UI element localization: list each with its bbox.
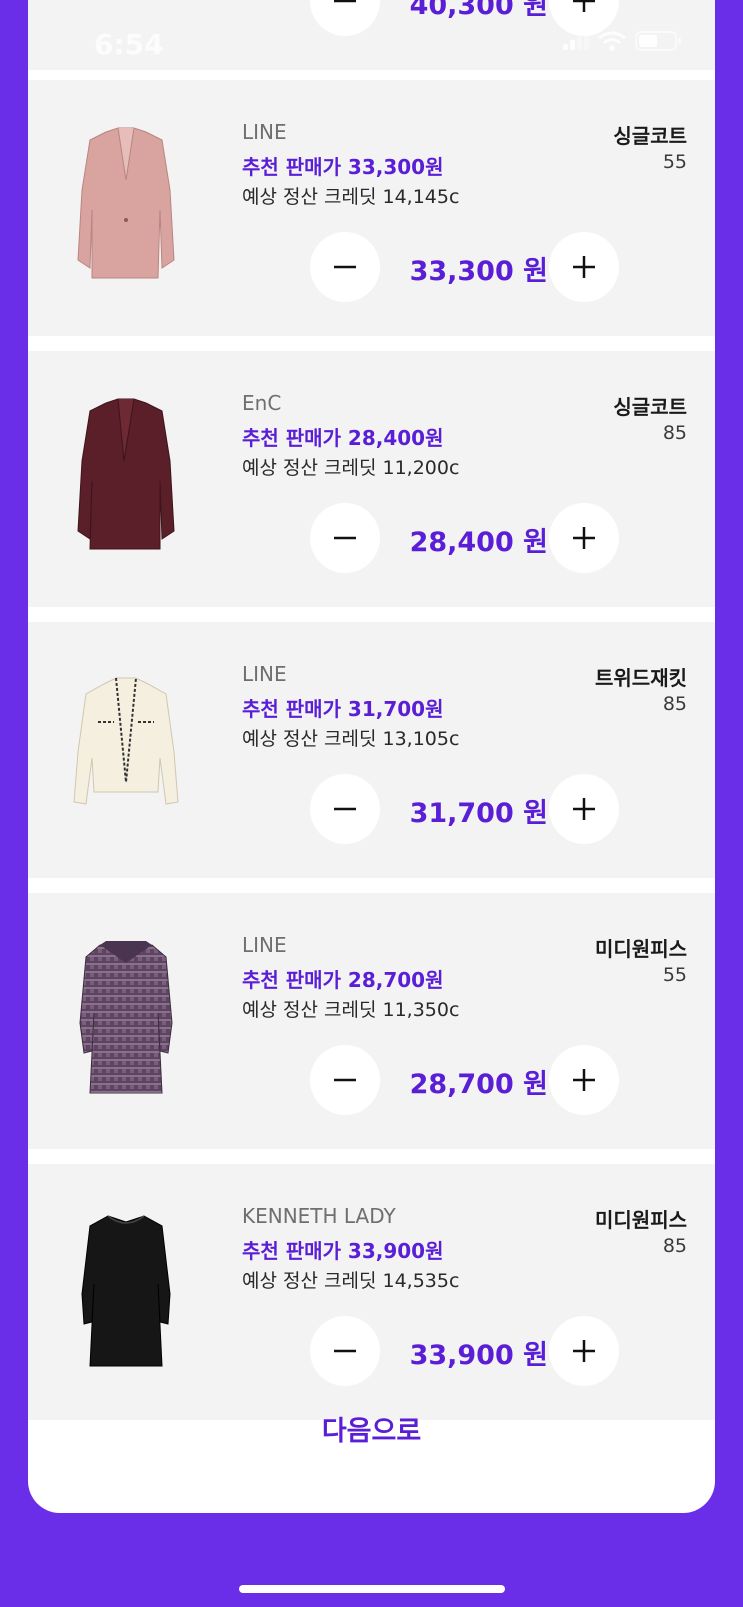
product-card: LINE 미디원피스 55 추천 판매가 28,700원 예상 정산 크레딧 1… xyxy=(28,893,715,1149)
minus-icon xyxy=(334,1349,356,1353)
product-card: KENNETH LADY 미디원피스 85 추천 판매가 33,900원 예상 … xyxy=(28,1164,715,1420)
product-card: LINE 트위드재킷 85 추천 판매가 31,700원 예상 정산 크레딧 1… xyxy=(28,622,715,878)
recommended-price: 추천 판매가 33,300원 xyxy=(242,155,444,179)
category-label: 트위드재킷 xyxy=(595,666,687,690)
minus-icon xyxy=(334,536,356,540)
price-value: 31,700 원 xyxy=(409,798,548,829)
size-label: 55 xyxy=(662,151,687,173)
plus-icon xyxy=(573,1340,595,1362)
cellular-signal-icon xyxy=(563,32,589,50)
category-label: 싱글코트 xyxy=(613,395,687,419)
battery-icon xyxy=(635,31,681,51)
burgundy-coat-image xyxy=(77,398,175,550)
home-indicator xyxy=(239,1585,505,1593)
increase-price-button[interactable] xyxy=(549,232,619,302)
expected-credit: 예상 정산 크레딧 14,535c xyxy=(242,1270,460,1292)
plus-icon xyxy=(573,527,595,549)
black-dress-image xyxy=(81,1215,171,1367)
product-card: LINE 싱글코트 55 추천 판매가 33,300원 예상 정산 크레딧 14… xyxy=(28,80,715,336)
next-button[interactable]: 다음으로 xyxy=(28,1398,715,1458)
increase-price-button[interactable] xyxy=(549,1316,619,1386)
product-card: EnC 싱글코트 85 추천 판매가 28,400원 예상 정산 크레딧 11,… xyxy=(28,351,715,607)
price-value: 28,700 원 xyxy=(409,1069,548,1100)
category-label: 싱글코트 xyxy=(613,124,687,148)
price-value: 33,900 원 xyxy=(409,1340,548,1371)
minus-icon xyxy=(334,807,356,811)
decrease-price-button[interactable] xyxy=(310,503,380,573)
increase-price-button[interactable] xyxy=(549,774,619,844)
expected-credit: 예상 정산 크레딧 11,350c xyxy=(242,999,460,1021)
price-value: 28,400 원 xyxy=(409,527,548,558)
decrease-price-button[interactable] xyxy=(310,1045,380,1115)
product-list-sheet: 40,300 원 LINE 싱글코트 55 추천 판매가 33,300원 예상 … xyxy=(28,0,715,1513)
size-label: 85 xyxy=(662,693,687,715)
increase-price-button[interactable] xyxy=(549,1045,619,1115)
cream-tweed-jacket-image xyxy=(73,677,179,805)
size-label: 55 xyxy=(662,964,687,986)
expected-credit: 예상 정산 크레딧 13,105c xyxy=(242,728,460,750)
category-label: 미디원피스 xyxy=(595,937,687,961)
minus-icon xyxy=(334,1078,356,1082)
plaid-dress-image xyxy=(79,941,173,1094)
expected-credit: 예상 정산 크레딧 11,200c xyxy=(242,457,460,479)
decrease-price-button[interactable] xyxy=(310,232,380,302)
size-label: 85 xyxy=(662,1235,687,1257)
minus-icon xyxy=(334,265,356,269)
size-label: 85 xyxy=(662,422,687,444)
recommended-price: 추천 판매가 31,700원 xyxy=(242,697,444,721)
plus-icon xyxy=(573,798,595,820)
decrease-price-button[interactable] xyxy=(310,774,380,844)
brand-name: LINE xyxy=(242,662,287,686)
pink-coat-image xyxy=(77,127,175,279)
recommended-price: 추천 판매가 33,900원 xyxy=(242,1239,444,1263)
brand-name: LINE xyxy=(242,120,287,144)
recommended-price: 추천 판매가 28,400원 xyxy=(242,426,444,450)
status-icons xyxy=(563,30,683,52)
plus-icon xyxy=(573,1069,595,1091)
brand-name: KENNETH LADY xyxy=(242,1204,396,1228)
category-label: 미디원피스 xyxy=(595,1208,687,1232)
recommended-price: 추천 판매가 28,700원 xyxy=(242,968,444,992)
brand-name: EnC xyxy=(242,391,282,415)
status-bar: 6:54 xyxy=(0,0,743,80)
plus-icon xyxy=(573,256,595,278)
increase-price-button[interactable] xyxy=(549,503,619,573)
wifi-icon xyxy=(598,31,626,51)
brand-name: LINE xyxy=(242,933,287,957)
status-time: 6:54 xyxy=(94,28,164,61)
price-value: 33,300 원 xyxy=(409,256,548,287)
expected-credit: 예상 정산 크레딧 14,145c xyxy=(242,186,460,208)
decrease-price-button[interactable] xyxy=(310,1316,380,1386)
